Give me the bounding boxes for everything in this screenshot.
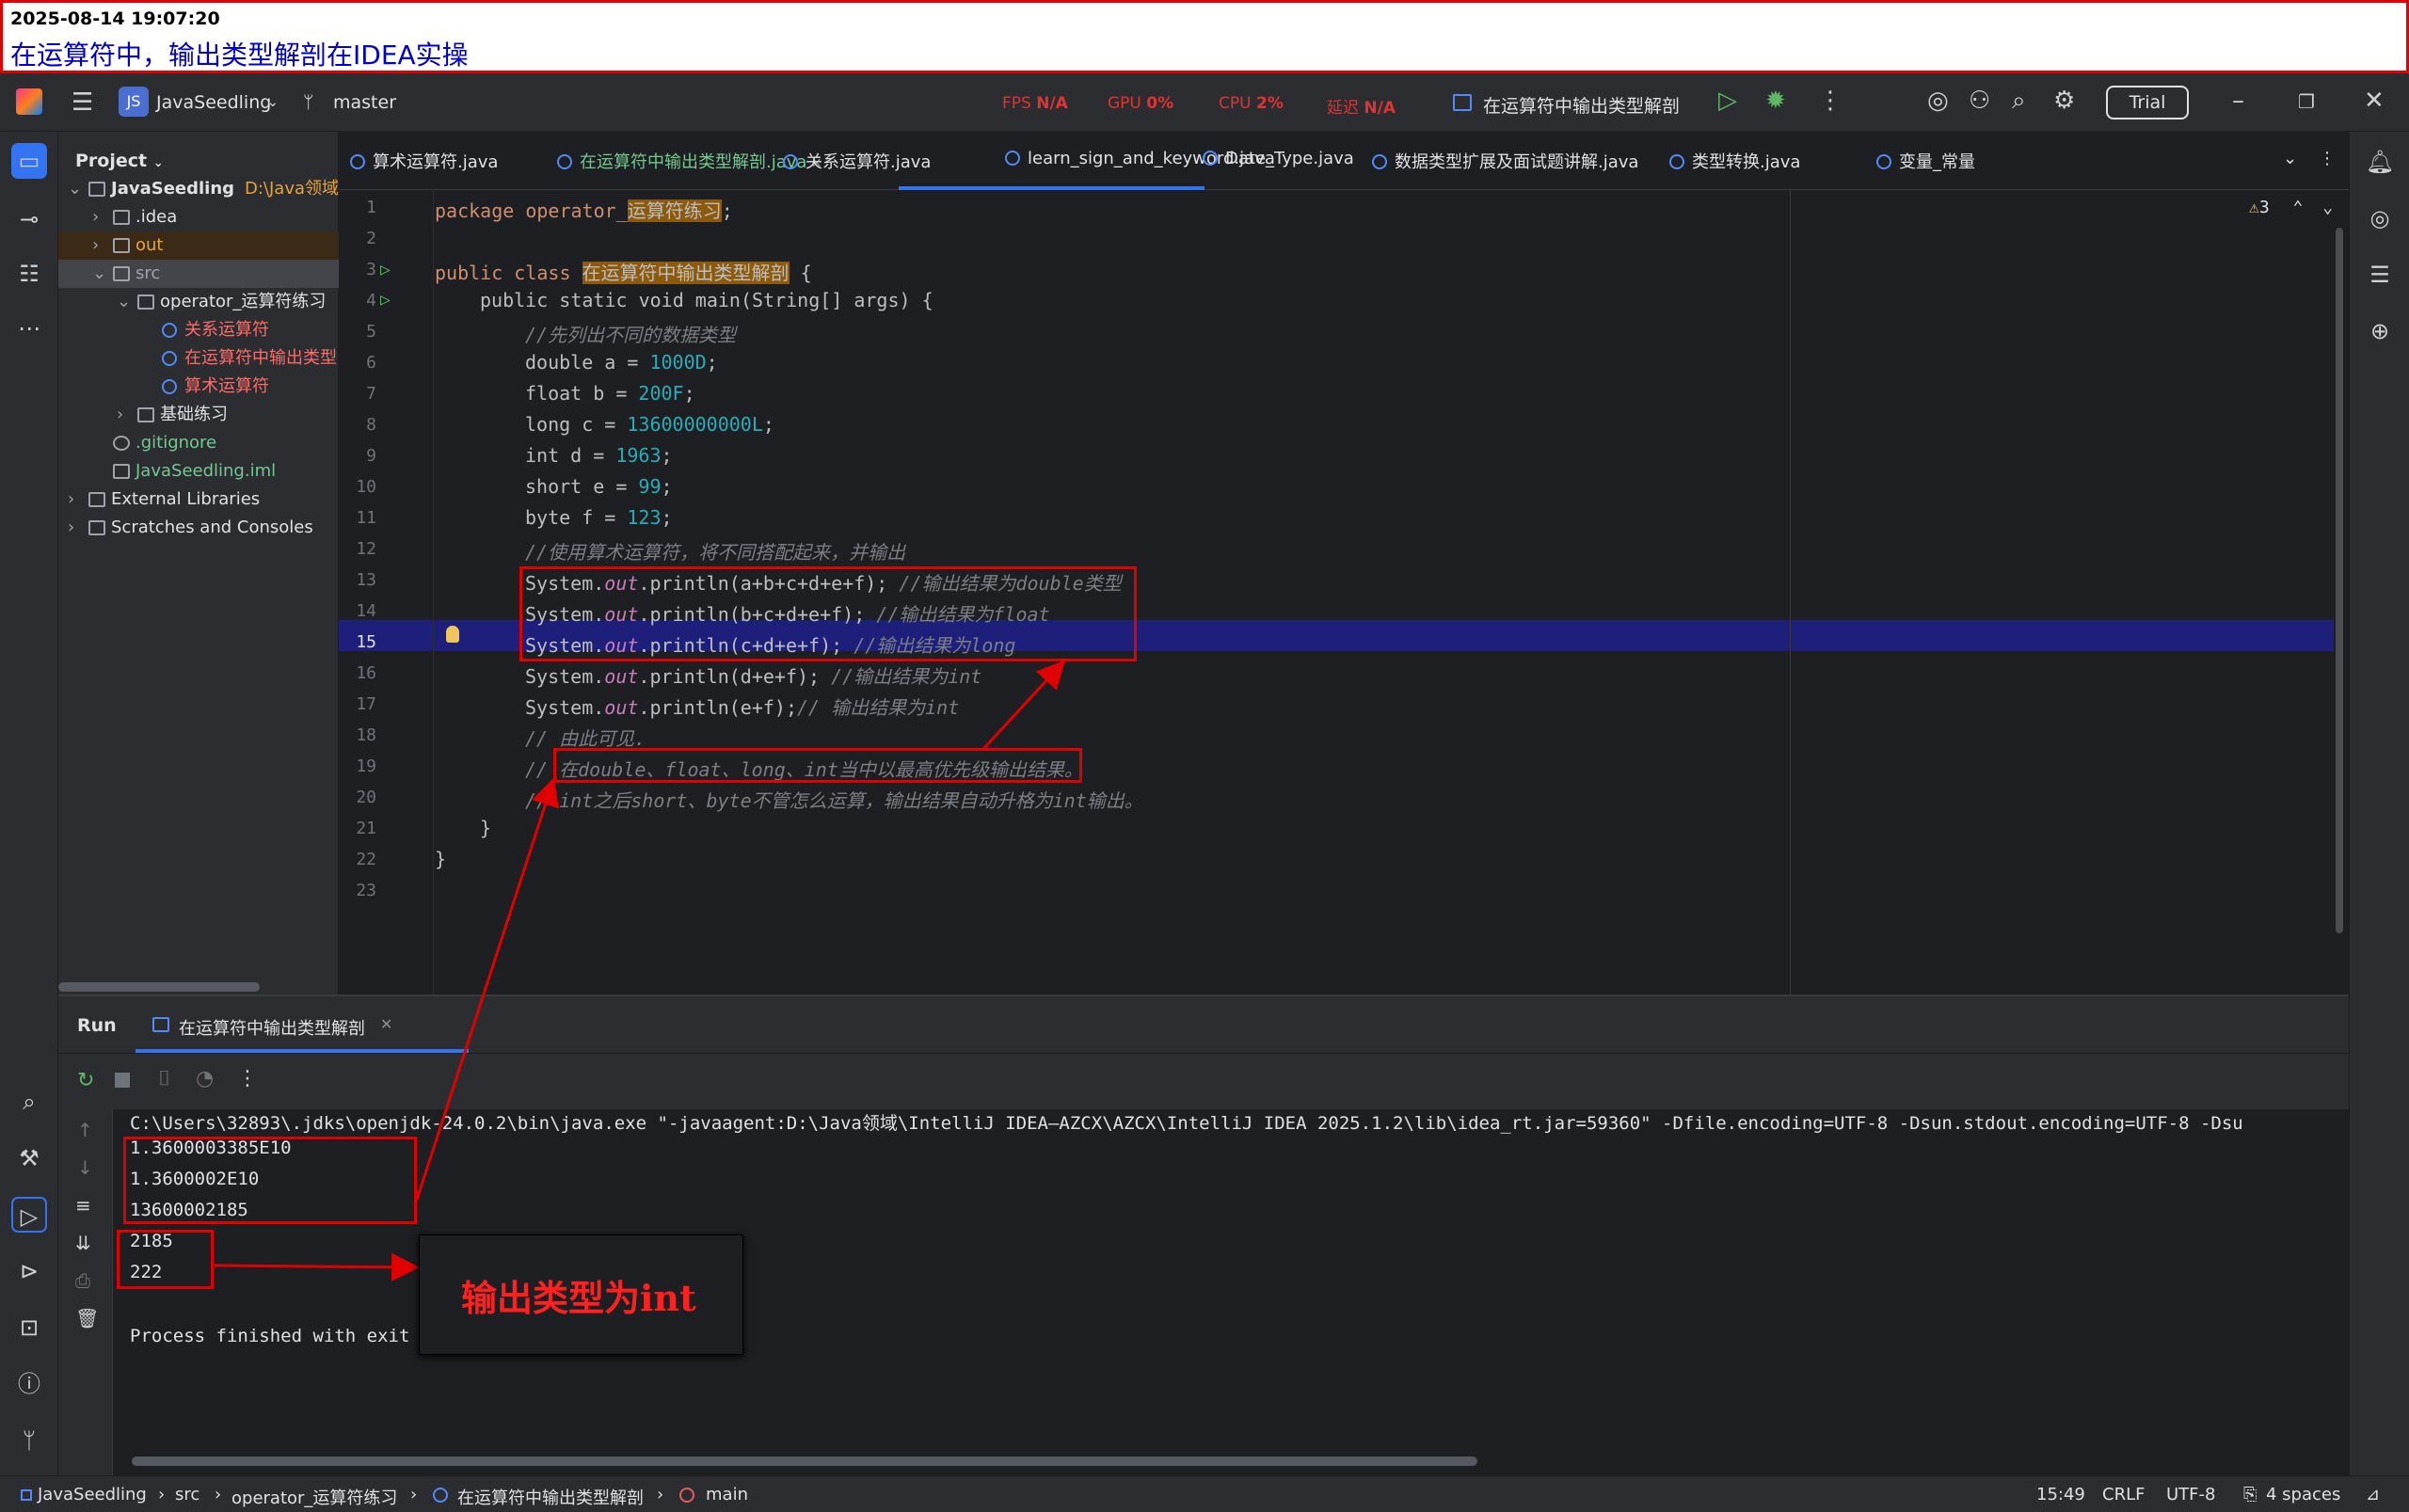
arrow-to-callout [214,1252,420,1281]
annotation-arrows [214,660,1066,1281]
annotation-text: 输出类型为int [461,1277,696,1319]
arrow-from-output [415,777,559,1201]
arrow-to-code [981,660,1066,751]
annotation-callout: 输出类型为int [419,1234,743,1355]
